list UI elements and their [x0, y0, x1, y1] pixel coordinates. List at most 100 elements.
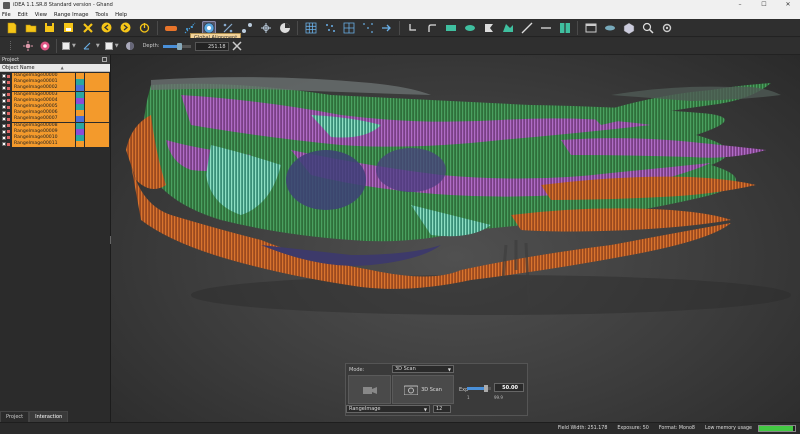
menu-range-image[interactable]: Range Image: [54, 12, 88, 18]
list-item[interactable]: RangeImage00011: [0, 141, 110, 148]
chevron-down-icon[interactable]: ▼: [72, 43, 76, 49]
tools-icon[interactable]: [231, 40, 243, 52]
item-color-swatch[interactable]: [76, 97, 84, 104]
scanner-icon[interactable]: [164, 21, 178, 35]
split-icon[interactable]: [558, 21, 572, 35]
visibility-checkbox[interactable]: [2, 98, 6, 103]
exposure-value-field[interactable]: 50.00: [494, 383, 524, 392]
count-spinbox[interactable]: 12: [433, 405, 451, 413]
rectangle-icon[interactable]: [444, 21, 458, 35]
item-color-swatch[interactable]: [76, 122, 84, 129]
panel-float-icon[interactable]: [102, 57, 107, 62]
cube-icon[interactable]: [622, 21, 636, 35]
item-color-swatch[interactable]: [76, 116, 84, 123]
maximize-button[interactable]: ☐: [752, 0, 776, 10]
scatter-icon[interactable]: [323, 21, 337, 35]
visibility-checkbox[interactable]: [2, 111, 6, 116]
list-item[interactable]: RangeImage00003: [0, 91, 110, 98]
item-color-swatch[interactable]: [76, 91, 84, 98]
object-name-column-header[interactable]: Object Name ▲: [0, 64, 110, 72]
open-folder-icon[interactable]: [24, 21, 38, 35]
window-icon[interactable]: [584, 21, 598, 35]
minimize-button[interactable]: –: [728, 0, 752, 10]
menu-file[interactable]: File: [2, 12, 11, 18]
sun-icon[interactable]: [22, 40, 34, 52]
disc-icon[interactable]: [603, 21, 617, 35]
tab-project[interactable]: Project: [0, 411, 30, 422]
chevron-down-icon[interactable]: ▼: [96, 43, 100, 49]
list-item[interactable]: RangeImage00007: [0, 116, 110, 123]
mode-select[interactable]: 3D Scan ▼: [392, 365, 454, 373]
exposure-slider-handle[interactable]: [484, 385, 488, 392]
list-item[interactable]: RangeImage00009: [0, 128, 110, 135]
depth-slider-handle[interactable]: [177, 42, 183, 50]
dots-icon[interactable]: [361, 21, 375, 35]
menu-view[interactable]: View: [35, 12, 47, 18]
visibility-checkbox[interactable]: [2, 92, 6, 97]
save-icon[interactable]: [43, 21, 57, 35]
item-color-swatch[interactable]: [76, 128, 84, 135]
menu-help[interactable]: Help: [115, 12, 127, 18]
item-property-cell: [85, 122, 109, 129]
grid-alt-icon[interactable]: [342, 21, 356, 35]
item-type-icon: [7, 124, 10, 128]
horizontal-line-icon[interactable]: [539, 21, 553, 35]
visibility-checkbox[interactable]: [2, 129, 6, 134]
chevron-down-icon[interactable]: ▼: [115, 43, 119, 49]
list-item-label: RangeImage00009: [12, 128, 75, 135]
list-item[interactable]: RangeImage00008: [0, 122, 110, 129]
previous-icon[interactable]: [100, 21, 114, 35]
save-as-icon[interactable]: [62, 21, 76, 35]
background-color-swatch[interactable]: [62, 42, 70, 50]
field-width-status: Field Width: 251.178: [557, 426, 608, 431]
tab-interaction[interactable]: Interaction: [29, 411, 69, 422]
curve-icon[interactable]: [425, 21, 439, 35]
visibility-checkbox[interactable]: [2, 142, 6, 147]
capture-button[interactable]: [348, 375, 391, 404]
menu-tools[interactable]: Tools: [95, 12, 108, 18]
arrow-right-icon[interactable]: [380, 21, 394, 35]
power-icon[interactable]: [138, 21, 152, 35]
item-color-swatch[interactable]: [76, 110, 84, 117]
menu-edit[interactable]: Edit: [18, 12, 28, 18]
grid-icon[interactable]: [304, 21, 318, 35]
list-item[interactable]: RangeImage00002: [0, 85, 110, 92]
next-icon[interactable]: [119, 21, 133, 35]
close-button[interactable]: ✕: [776, 0, 800, 10]
polygon-icon[interactable]: [482, 21, 496, 35]
visibility-checkbox[interactable]: [2, 117, 6, 122]
item-color-swatch[interactable]: [76, 79, 84, 86]
image-type-select[interactable]: RangeImage ▼: [346, 405, 430, 413]
item-color-swatch[interactable]: [76, 141, 84, 148]
depth-value-field[interactable]: 251.18: [194, 41, 229, 51]
visibility-checkbox[interactable]: [2, 86, 6, 91]
visibility-checkbox[interactable]: [2, 74, 6, 79]
list-item[interactable]: RangeImage00004: [0, 97, 110, 104]
item-color-swatch[interactable]: [76, 73, 84, 80]
exposure-slider[interactable]: [467, 385, 491, 392]
ellipse-icon[interactable]: [463, 21, 477, 35]
delete-icon[interactable]: [81, 21, 95, 35]
corner-icon[interactable]: [406, 21, 420, 35]
visibility-checkbox[interactable]: [2, 80, 6, 85]
depth-slider[interactable]: [162, 42, 191, 50]
point-color-swatch[interactable]: [104, 42, 113, 50]
visibility-checkbox[interactable]: [2, 123, 6, 128]
visibility-checkbox[interactable]: [2, 105, 6, 110]
polygon-fill-icon[interactable]: [501, 21, 515, 35]
new-file-icon[interactable]: [5, 21, 19, 35]
item-color-swatch[interactable]: [76, 134, 84, 141]
3d-scan-button[interactable]: 3D Scan: [392, 375, 454, 404]
shading-icon[interactable]: [124, 40, 136, 52]
cluster-icon[interactable]: [240, 21, 254, 35]
item-color-swatch[interactable]: [76, 104, 84, 111]
color-wheel-icon[interactable]: [39, 40, 51, 52]
settings-icon[interactable]: [660, 21, 674, 35]
visibility-checkbox[interactable]: [2, 135, 6, 140]
item-color-swatch[interactable]: [76, 85, 84, 92]
filter-icon[interactable]: [278, 21, 292, 35]
mesh-icon[interactable]: [259, 21, 273, 35]
zoom-icon[interactable]: [641, 21, 655, 35]
axis-icon[interactable]: [81, 40, 93, 52]
line-icon[interactable]: [520, 21, 534, 35]
